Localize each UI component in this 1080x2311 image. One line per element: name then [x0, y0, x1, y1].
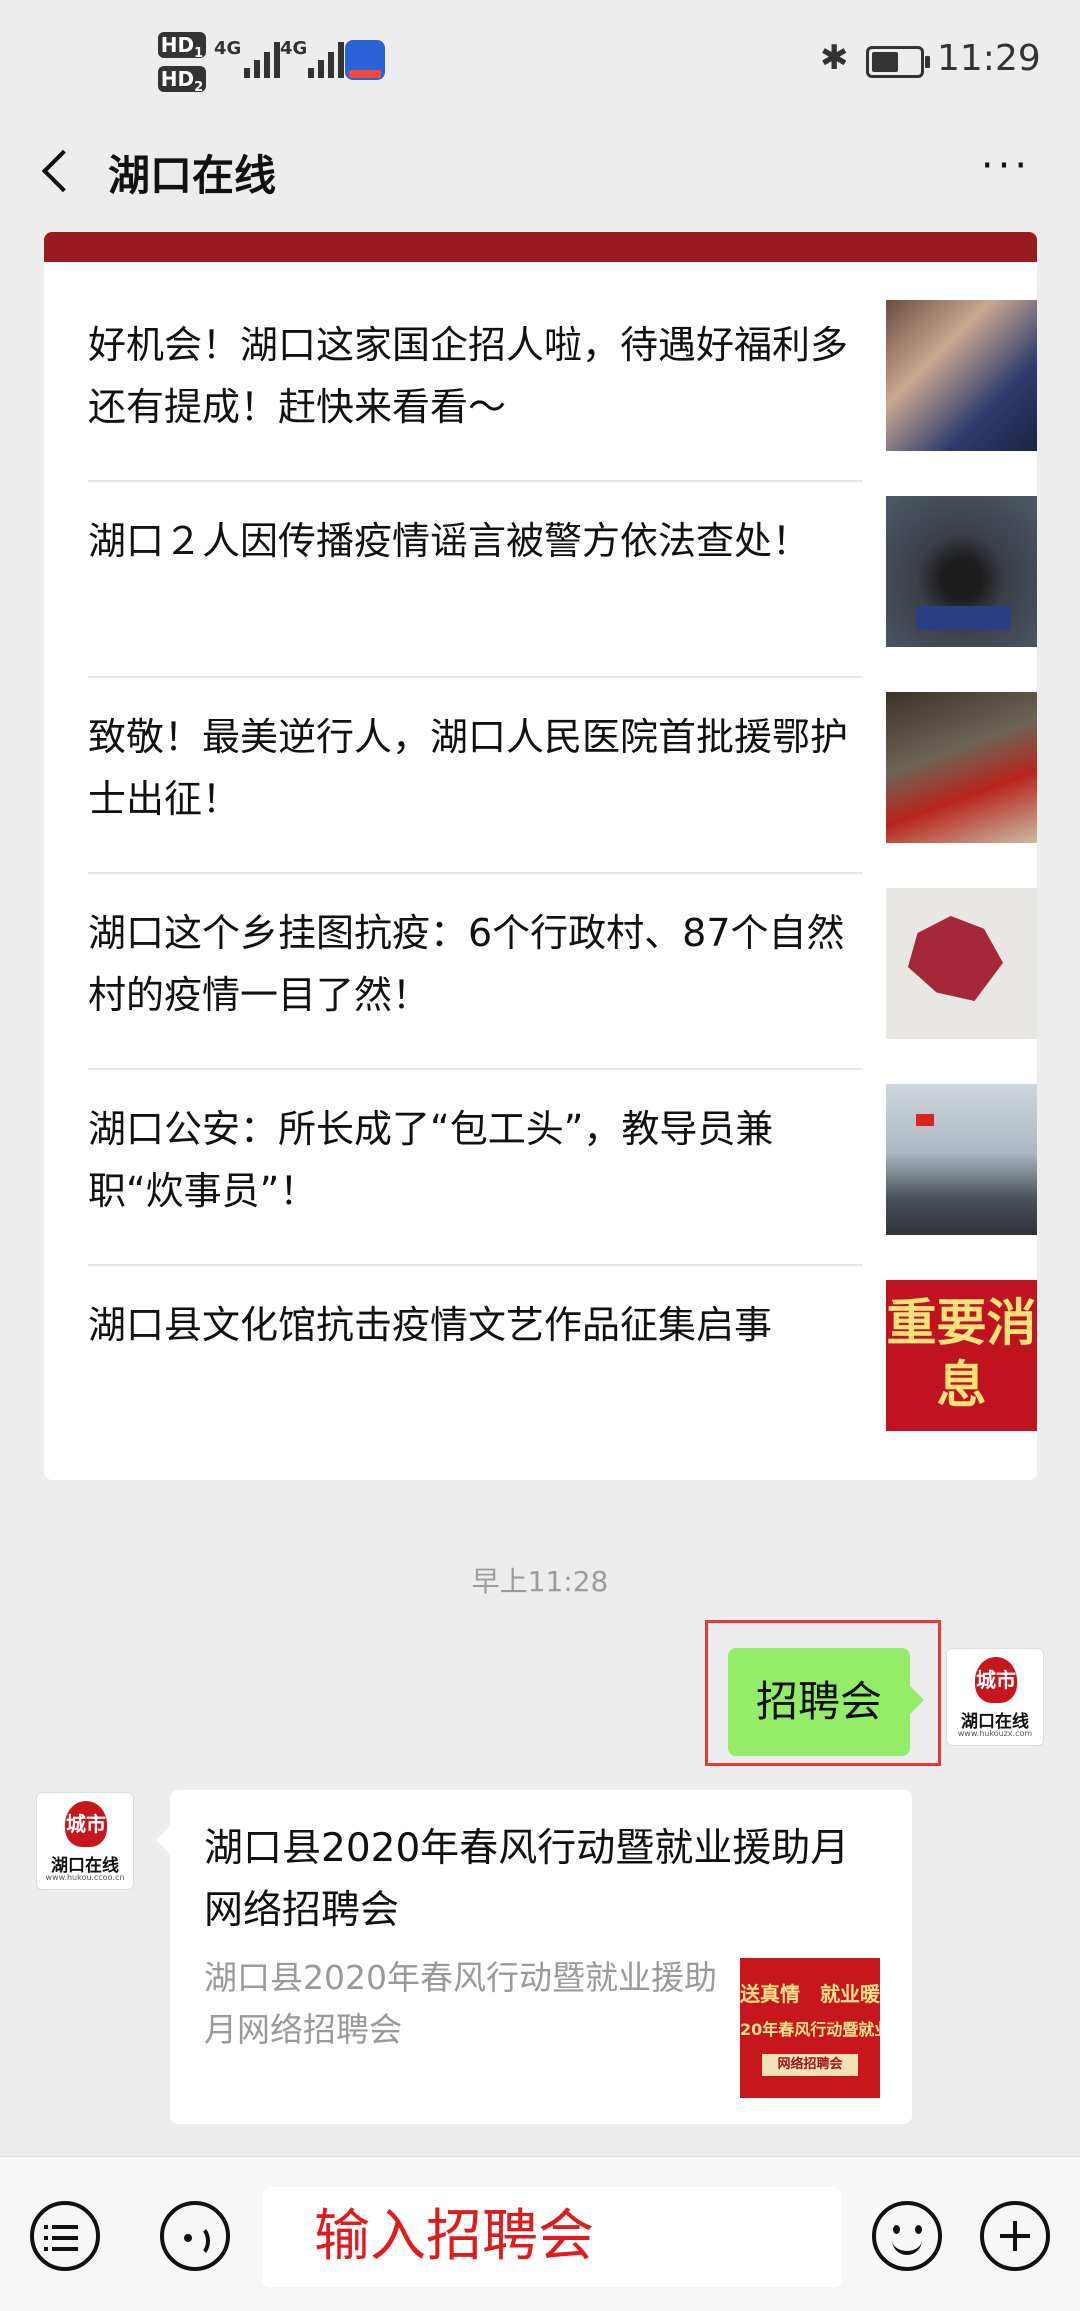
- article-item[interactable]: 好机会！湖口这家国企招人啦，待遇好福利多还有提成！赶快来看看～: [88, 270, 1037, 466]
- article-item[interactable]: 湖口县文化馆抗击疫情文艺作品征集启事 重要消息: [88, 1250, 1037, 1446]
- article-title: 湖口公安：所长成了“包工头”，教导员兼职“炊事员”！: [88, 1107, 774, 1213]
- avatar-url: www.hukou.ccoo.cn: [45, 1873, 125, 1882]
- message-timestamp: 早上11:28: [471, 1565, 609, 1598]
- chat-header: 湖口在线 ···: [0, 120, 1080, 220]
- avatar-url: www.hukouzx.com: [957, 1729, 1033, 1738]
- thumb-line-2: 20年春风行动暨就业: [740, 2020, 880, 2039]
- avatar-seal: 城市: [975, 1657, 1017, 1703]
- link-card-description: 湖口县2020年春风行动暨就业援助月网络招聘会: [204, 1958, 717, 2049]
- article-item[interactable]: 湖口公安：所长成了“包工头”，教导员兼职“炊事员”！: [88, 1054, 1037, 1250]
- hd-sim1-icon: HD1: [158, 32, 206, 61]
- signal-strength-1-icon: [244, 40, 280, 78]
- article-item[interactable]: 湖口这个乡挂图抗疫：6个行政村、87个自然村的疫情一目了然！: [88, 858, 1037, 1054]
- chat-title: 湖口在线: [108, 151, 277, 200]
- network-type-1: 4G: [214, 38, 242, 59]
- article-thumbnail: [886, 300, 1037, 451]
- bluetooth-icon: ✱: [820, 38, 849, 78]
- emoji-icon[interactable]: [872, 2201, 942, 2271]
- menu-list-icon[interactable]: [30, 2201, 100, 2271]
- status-bar: HD1 HD2 4G 4G ✱ 11:29: [0, 0, 1080, 120]
- avatar-seal: 城市: [65, 1801, 107, 1847]
- voice-input-icon[interactable]: [160, 2201, 230, 2271]
- battery-icon: [866, 46, 930, 78]
- article-title: 湖口２人因传播疫情谣言被警方依法查处！: [88, 519, 811, 563]
- thumb-tag: 网络招聘会: [762, 2054, 858, 2076]
- hd-sim2-icon: HD2: [158, 66, 206, 95]
- article-thumbnail: [886, 888, 1037, 1039]
- message-input-value: 输入招聘会: [314, 2204, 594, 2269]
- article-thumbnail: [886, 496, 1037, 647]
- link-card-thumbnail: 送真情 就业暖 20年春风行动暨就业 网络招聘会: [740, 1958, 880, 2098]
- input-bar: 输入招聘会: [0, 2156, 1080, 2311]
- signal-strength-2-icon: [308, 40, 344, 78]
- article-title: 湖口县文化馆抗击疫情文艺作品征集启事: [88, 1303, 773, 1347]
- article-item[interactable]: 致敬！最美逆行人，湖口人民医院首批援鄂护士出征！: [88, 662, 1037, 858]
- thumb-line-1: 送真情 就业暖: [740, 1982, 880, 2006]
- article-title: 湖口这个乡挂图抗疫：6个行政村、87个自然村的疫情一目了然！: [88, 911, 845, 1017]
- baidu-app-icon: [345, 40, 385, 80]
- article-thumbnail: [886, 692, 1037, 843]
- article-thumbnail: [886, 1084, 1037, 1235]
- article-title: 好机会！湖口这家国企招人啦，待遇好福利多还有提成！赶快来看看～: [88, 323, 849, 429]
- more-options-icon[interactable]: ···: [976, 144, 1036, 194]
- message-input[interactable]: 输入招聘会: [262, 2187, 842, 2287]
- article-card: 好机会！湖口这家国企招人啦，待遇好福利多还有提成！赶快来看看～ 湖口２人因传播疫…: [44, 232, 1037, 1480]
- article-title: 致敬！最美逆行人，湖口人民医院首批援鄂护士出征！: [88, 715, 849, 821]
- user-avatar[interactable]: 城市 湖口在线 www.hukouzx.com: [946, 1648, 1044, 1746]
- received-link-card[interactable]: 湖口县2020年春风行动暨就业援助月网络招聘会 湖口县2020年春风行动暨就业援…: [156, 1790, 912, 2124]
- sent-message-bubble[interactable]: 招聘会: [728, 1648, 924, 1756]
- status-time: 11:29: [937, 38, 1041, 79]
- link-card-title: 湖口县2020年春风行动暨就业援助月网络招聘会: [204, 1826, 850, 1933]
- card-header-banner: [44, 232, 1037, 262]
- network-type-2: 4G: [280, 38, 308, 59]
- official-account-avatar[interactable]: 城市 湖口在线 www.hukou.ccoo.cn: [36, 1792, 134, 1890]
- article-thumbnail-important: 重要消息: [886, 1280, 1037, 1431]
- article-item[interactable]: 湖口２人因传播疫情谣言被警方依法查处！: [88, 466, 1037, 662]
- back-chevron-icon[interactable]: [36, 144, 80, 198]
- plus-more-icon[interactable]: [980, 2201, 1050, 2271]
